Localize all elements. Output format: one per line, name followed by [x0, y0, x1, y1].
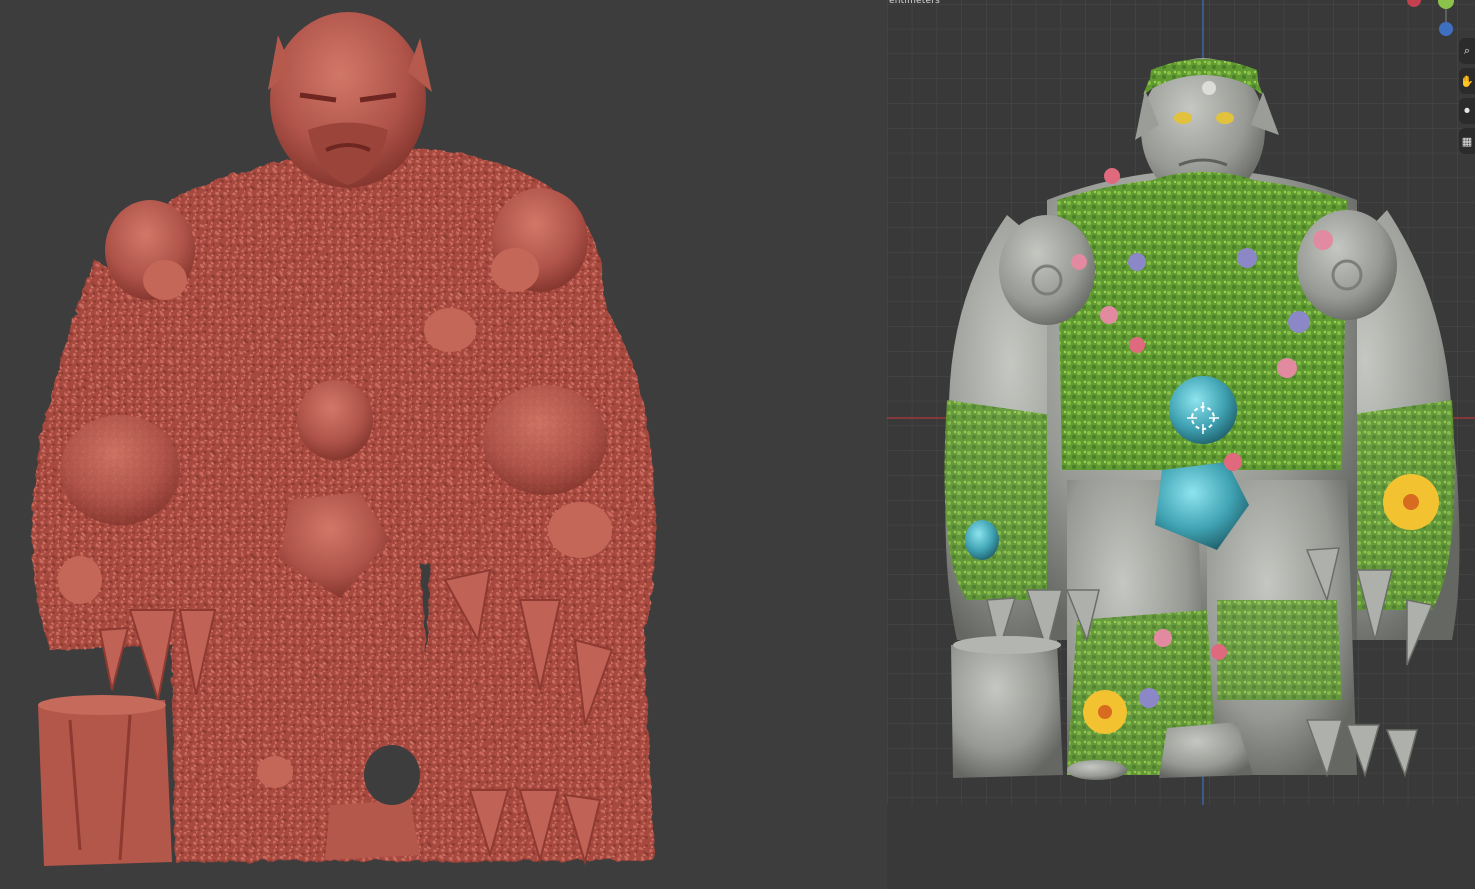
blender-split-view: entimeters ⌕ ✋ ⏺ ▦ — [0, 0, 1475, 889]
units-label: entimeters — [889, 0, 941, 6]
left-viewport[interactable] — [0, 0, 887, 889]
leg-gap — [364, 745, 420, 805]
navigation-gizmo[interactable] — [1399, 0, 1459, 40]
z-axis-handle — [1439, 22, 1453, 36]
stone-stump — [951, 640, 1063, 778]
zoom-button[interactable]: ⌕ — [1459, 38, 1475, 64]
camera-icon: ⏺ — [1464, 104, 1470, 117]
y-axis-handle — [1438, 0, 1454, 9]
perspective-toggle-button[interactable]: ▦ — [1459, 128, 1475, 154]
magnifier-icon: ⌕ — [1463, 44, 1471, 57]
navigation-tools: ⌕ ✋ ⏺ ▦ — [1459, 38, 1475, 154]
right-viewport[interactable]: entimeters ⌕ ✋ ⏺ ▦ — [887, 0, 1475, 889]
grid-icon: ▦ — [1461, 134, 1473, 148]
camera-view-button[interactable]: ⏺ — [1459, 98, 1475, 124]
arm-gem — [965, 520, 999, 560]
x-axis-handle — [1407, 0, 1421, 7]
clay-stump — [38, 695, 172, 866]
textured-scene — [887, 0, 1475, 889]
pan-button[interactable]: ✋ — [1459, 68, 1475, 94]
clay-golem-model — [32, 12, 656, 866]
hand-pan-icon: ✋ — [1460, 74, 1474, 88]
